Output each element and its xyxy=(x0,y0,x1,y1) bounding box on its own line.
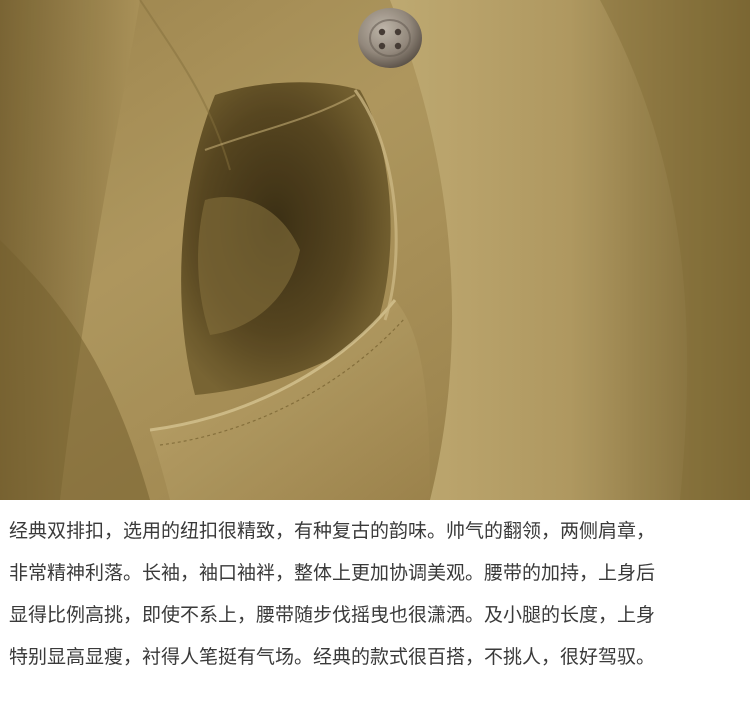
product-description: 经典双排扣，选用的纽扣很精致，有种复古的韵味。帅气的翻领，两侧肩章， 非常精神利… xyxy=(9,510,745,678)
coat-fabric-illustration xyxy=(0,0,750,500)
photo-vignette xyxy=(0,0,750,500)
description-line: 经典双排扣，选用的纽扣很精致，有种复古的韵味。帅气的翻领，两侧肩章， xyxy=(9,520,656,542)
coat-pocket-photo xyxy=(0,0,750,500)
description-line: 特别显高显瘦，衬得人笔挺有气场。经典的款式很百搭，不挑人，很好驾驭。 xyxy=(9,646,656,668)
description-line: 非常精神利落。长袖，袖口袖袢，整体上更加协调美观。腰带的加持，上身后 xyxy=(9,562,656,584)
product-detail-page: 经典双排扣，选用的纽扣很精致，有种复古的韵味。帅气的翻领，两侧肩章， 非常精神利… xyxy=(0,0,750,709)
description-line: 显得比例高挑，即使不系上，腰带随步伐摇曳也很潇洒。及小腿的长度，上身 xyxy=(9,604,656,626)
